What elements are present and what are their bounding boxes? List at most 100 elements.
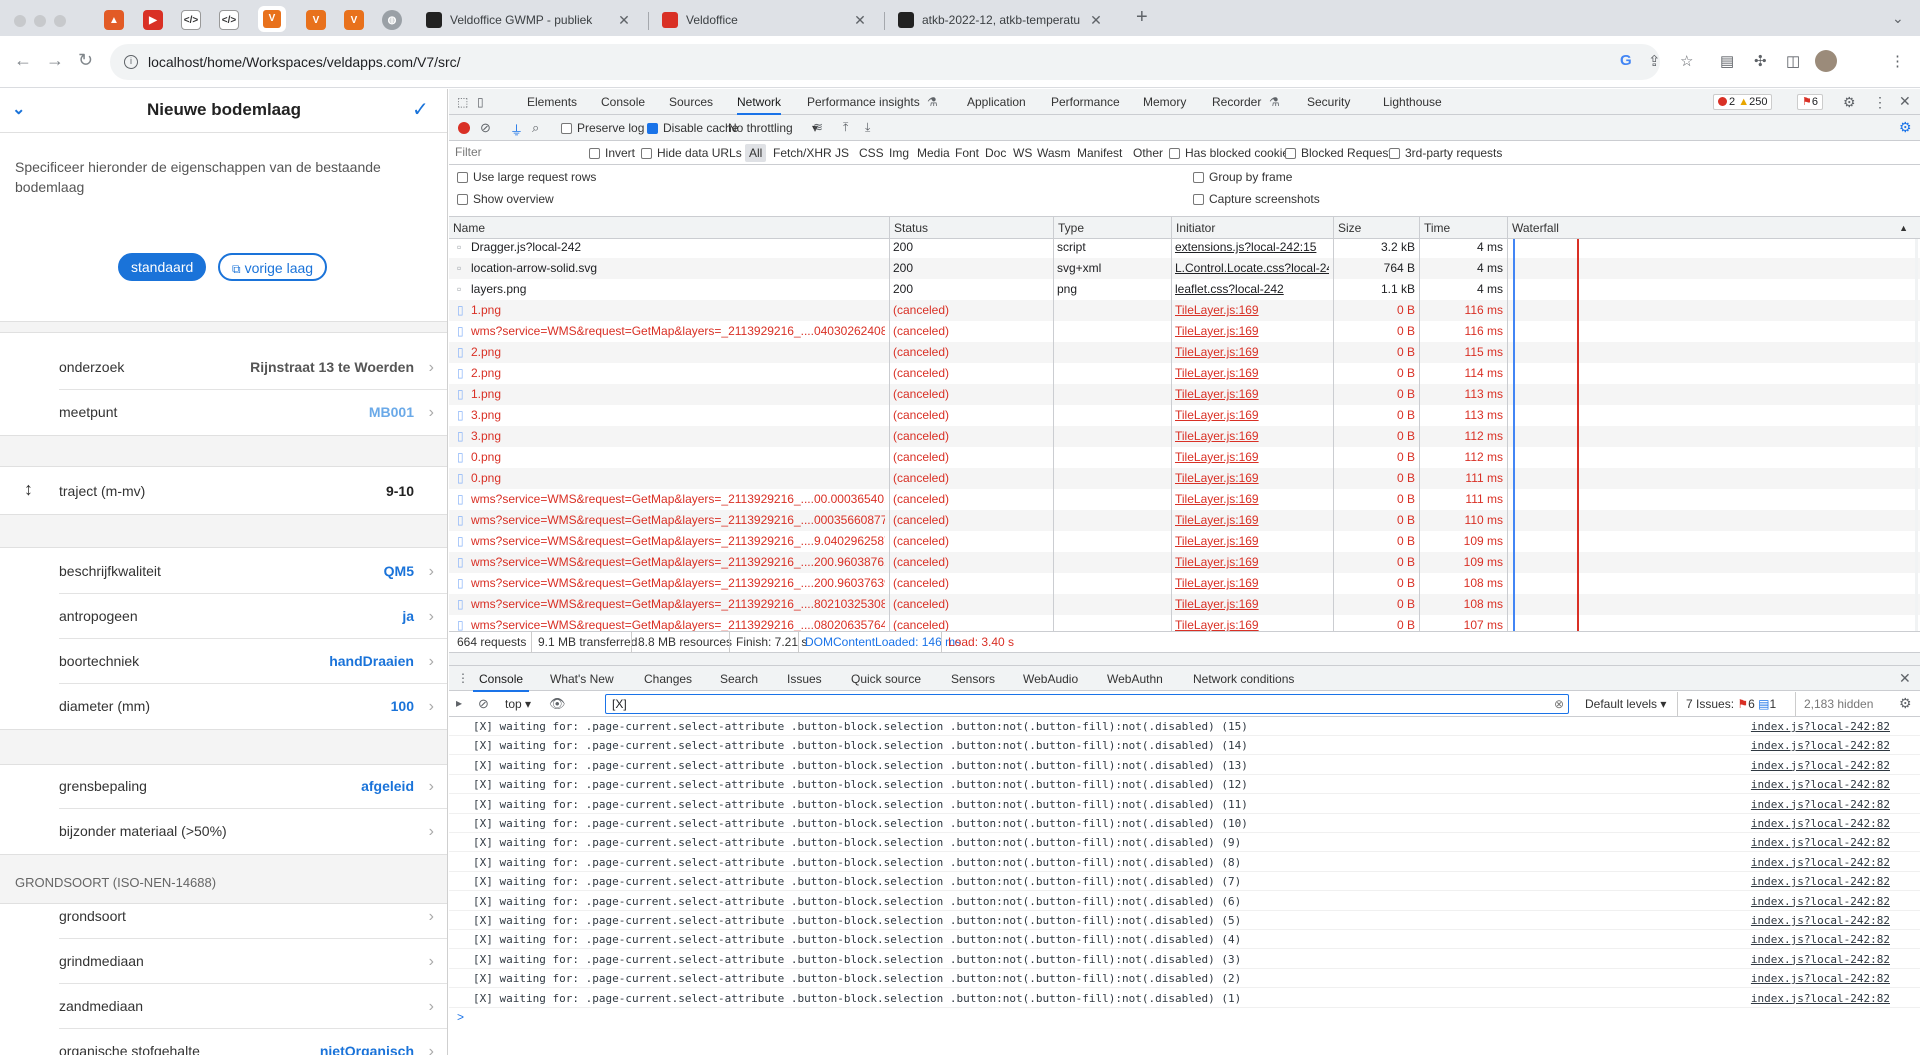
request-initiator[interactable]: TileLayer.js:169 [1175,447,1329,468]
request-initiator[interactable]: TileLayer.js:169 [1175,510,1329,531]
pinned-tab-brave-icon[interactable]: ▲ [104,10,124,30]
request-row[interactable]: ▯ 2.png (canceled) TileLayer.js:169 0 B 115 m… [449,342,1920,363]
request-initiator[interactable]: TileLayer.js:169 [1175,300,1329,321]
row-meetpunt[interactable]: meetpunt MB001 › [0,390,447,435]
google-icon[interactable]: G [1620,52,1632,69]
column-waterfall[interactable]: Waterfall ▲ [1507,217,1920,239]
console-source-link[interactable]: index.js?local-242:82 [1751,736,1890,755]
request-row[interactable]: ▯ 0.png (canceled) TileLayer.js:169 0 B 111 m… [449,468,1920,489]
tab-performance[interactable]: Performance [1051,89,1120,115]
reader-icon[interactable]: ▤ [1720,52,1734,70]
window-close-dot[interactable] [14,15,26,27]
row-grondsoort[interactable]: grondsoort › [0,894,447,939]
waterfall-scrollbar[interactable] [1915,239,1918,631]
drawer-tab-webaudio[interactable]: WebAudio [1023,666,1078,692]
request-row[interactable]: ▯ 3.png (canceled) TileLayer.js:169 0 B 113 m… [449,405,1920,426]
console-prompt[interactable]: > [457,1010,464,1024]
pinned-tab-code-icon[interactable]: </> [219,10,239,30]
console-source-link[interactable]: index.js?local-242:82 [1751,756,1890,775]
inspect-element-icon[interactable]: ⬚ [457,95,468,109]
tab-search-chevron-icon[interactable]: ⌄ [1892,10,1904,27]
type-filter-all[interactable]: All [745,144,767,162]
console-source-link[interactable]: index.js?local-242:82 [1751,911,1890,930]
request-initiator[interactable]: leaflet.css?local-242 [1175,279,1329,300]
request-row[interactable]: ▯ wms?service=WMS&request=GetMap&layers=_… [449,489,1920,510]
extensions-puzzle-icon[interactable]: ✣ [1754,52,1767,70]
search-icon[interactable]: ⌕ [532,120,539,136]
request-initiator[interactable]: TileLayer.js:169 [1175,321,1329,342]
pinned-tab-active[interactable]: V [258,6,286,32]
request-initiator[interactable]: TileLayer.js:169 [1175,468,1329,489]
show-overview-checkbox[interactable]: Show overview [457,192,554,206]
filter-input[interactable]: Filter [453,143,579,162]
request-row[interactable]: ▯ wms?service=WMS&request=GetMap&layers=_… [449,552,1920,573]
tab-elements[interactable]: Elements [527,89,577,115]
request-initiator[interactable]: TileLayer.js:169 [1175,384,1329,405]
request-initiator[interactable]: TileLayer.js:169 [1175,615,1329,631]
avatar[interactable] [1815,50,1837,72]
row-onderzoek[interactable]: onderzoek Rijnstraat 13 te Woerden › [0,345,447,390]
request-initiator[interactable]: TileLayer.js:169 [1175,531,1329,552]
console-source-link[interactable]: index.js?local-242:82 [1751,930,1890,949]
share-icon[interactable]: ⇪ [1648,52,1661,70]
clear-filter-icon[interactable]: ⊗ [1554,695,1564,713]
row-diameter[interactable]: diameter (mm) 100 › [0,684,447,729]
devtools-menu-icon[interactable]: ⋮ [1873,94,1887,111]
console-source-link[interactable]: index.js?local-242:82 [1751,717,1890,736]
type-filter-css[interactable]: CSS [859,141,884,165]
request-row[interactable]: ▯ 0.png (canceled) TileLayer.js:169 0 B 112 m… [449,447,1920,468]
reload-icon[interactable]: ↻ [78,50,93,71]
confirm-check-icon[interactable]: ✓ [412,97,429,122]
tab-close-icon[interactable]: ✕ [852,12,868,29]
row-bijzonder-materiaal[interactable]: bijzonder materiaal (>50%) › [0,809,447,854]
drawer-tab-changes[interactable]: Changes [644,666,692,692]
column-size[interactable]: Size [1333,217,1419,239]
type-filter-js[interactable]: JS [835,141,849,165]
row-zandmediaan[interactable]: zandmediaan › [0,984,447,1029]
pinned-tab-v-icon[interactable]: V [306,10,326,30]
hide-data-urls-checkbox[interactable]: Hide data URLs [641,141,742,165]
console-source-link[interactable]: index.js?local-242:82 [1751,872,1890,891]
third-party-requests-checkbox[interactable]: 3rd-party requests [1389,141,1502,165]
large-rows-checkbox[interactable]: Use large request rows [457,170,596,184]
address-bar[interactable]: i localhost/home/Workspaces/veldapps.com… [110,44,1660,80]
context-select[interactable]: top ▾ [505,692,531,716]
request-row[interactable]: ▫ location-arrow-solid.svg 200 svg+xml L.Con… [449,258,1920,279]
request-initiator[interactable]: TileLayer.js:169 [1175,342,1329,363]
import-har-icon[interactable]: ⤒ [843,120,848,135]
type-filter-ws[interactable]: WS [1013,141,1032,165]
clear-icon[interactable]: ⊘ [480,120,491,136]
drawer-resize-gap[interactable] [449,653,1920,665]
tab-close-icon[interactable]: ✕ [1088,12,1104,29]
request-initiator[interactable]: TileLayer.js:169 [1175,594,1329,615]
issues-button[interactable]: 7 Issues: ⚑6 ▤1 [1677,692,1776,716]
row-grindmediaan[interactable]: grindmediaan › [0,939,447,984]
live-expression-eye-icon[interactable]: 👁 [549,696,566,712]
sidebar-toggle-icon[interactable]: ▸ [456,696,462,710]
request-row[interactable]: ▯ wms?service=WMS&request=GetMap&layers=_… [449,573,1920,594]
disable-cache-checkbox[interactable]: Disable cache [647,116,738,140]
request-row[interactable]: ▯ wms?service=WMS&request=GetMap&layers=_… [449,594,1920,615]
drawer-tab-network-conditions[interactable]: Network conditions [1193,666,1294,692]
request-row[interactable]: ▯ wms?service=WMS&request=GetMap&layers=_… [449,531,1920,552]
console-source-link[interactable]: index.js?local-242:82 [1751,989,1890,1008]
filter-icon[interactable]: ⏚ [510,120,523,139]
network-settings-icon[interactable]: ⚙ [1899,119,1912,136]
console-filter-input[interactable]: [X] ⊗ [605,694,1569,714]
request-row[interactable]: ▫ layers.png 200 png leaflet.css?local-242 1.… [449,279,1920,300]
pinned-tab-veldoffice-icon[interactable]: ▶ [143,10,163,30]
tab-application[interactable]: Application [967,89,1026,115]
request-row[interactable]: ▯ 2.png (canceled) TileLayer.js:169 0 B 114 m… [449,363,1920,384]
menu-kebab-icon[interactable]: ⋮ [1890,52,1905,70]
clear-console-icon[interactable]: ⊘ [478,696,489,712]
column-initiator[interactable]: Initiator [1171,217,1333,239]
drawer-tab-issues[interactable]: Issues [787,666,822,692]
capture-screenshots-checkbox[interactable]: Capture screenshots [1193,192,1320,206]
drawer-tab-search[interactable]: Search [720,666,758,692]
tab-console[interactable]: Console [601,89,645,115]
console-source-link[interactable]: index.js?local-242:82 [1751,833,1890,852]
device-toggle-icon[interactable]: ▯ [477,95,484,109]
group-by-frame-checkbox[interactable]: Group by frame [1193,170,1292,184]
console-source-link[interactable]: index.js?local-242:82 [1751,969,1890,988]
request-initiator[interactable]: extensions.js?local-242:15 [1175,239,1329,258]
